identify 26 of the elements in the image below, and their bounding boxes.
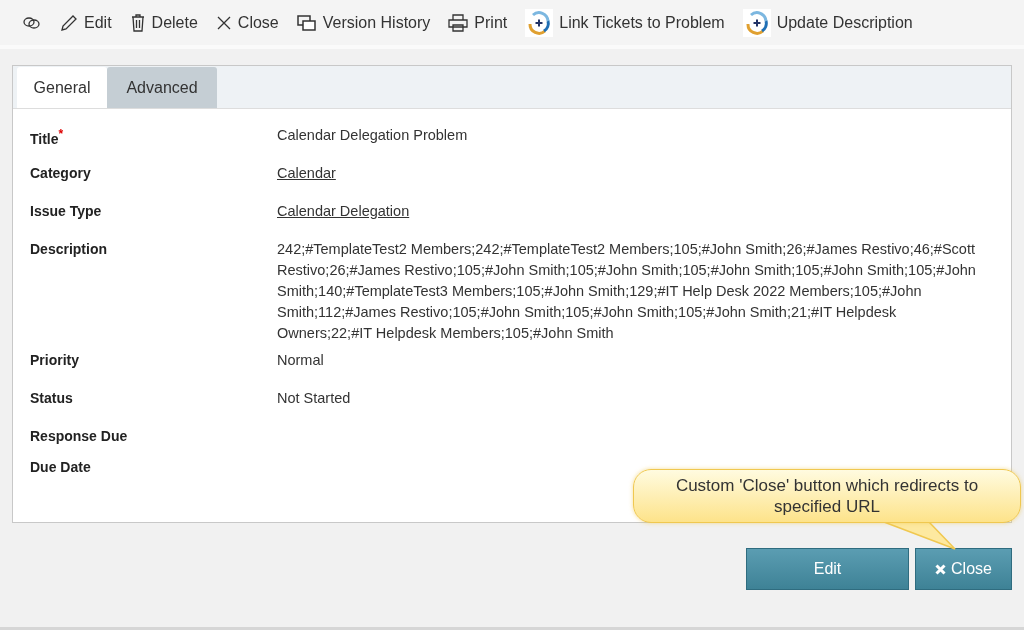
toolbar-button[interactable]: Print xyxy=(442,13,514,32)
tab[interactable]: Advanced xyxy=(107,67,217,108)
toolbar-button[interactable]: Close xyxy=(209,13,285,32)
toolbar-button[interactable]: Edit xyxy=(54,13,118,32)
field-value: 242;#TemplateTest2 Members;242;#TemplateTest2 Members;105;#John Smith;26;#James Restivo;46;#Scott Restivo;26;#James Restivo;105;#John Smith;105;#John Smith;105;#John Smith;105;#John Smith;105;#John Smith;140;#TemplateTest3 Members;105;#John Smith;129;#IT Help Desk 2022 Members;105;#John Smith;112;#James Restivo;105;#John Smith;105;#John Smith;105;#John Smith;21;#IT Helpdesk Owners;22;#IT Helpdesk Members;105;#John Smith xyxy=(277,240,977,343)
toolbar-button[interactable]: Link Tickets to Problem xyxy=(519,8,731,37)
field-link[interactable]: Calendar Delegation xyxy=(277,201,995,233)
toolbar-button[interactable]: Update Description xyxy=(736,8,919,37)
field-value: Normal xyxy=(277,351,325,370)
action-button[interactable]: Edit xyxy=(746,548,909,590)
field-value: Not Started xyxy=(277,389,352,408)
field-label: Priority xyxy=(30,351,80,370)
callout-text: Custom 'Close' button which redirects to specified URL xyxy=(675,476,979,516)
field-label: Due Date xyxy=(30,458,92,477)
field-value: Calendar Delegation Problem xyxy=(277,126,469,145)
toolbar-button[interactable]: Delete xyxy=(123,13,204,32)
field-label: Description xyxy=(30,240,108,259)
tab[interactable]: General xyxy=(17,67,107,108)
field-label: Title$^{*}$ xyxy=(30,126,65,149)
toolbar-button[interactable]: Version History xyxy=(290,13,437,32)
field-label: Response Due xyxy=(30,427,129,446)
action-button[interactable]: Close xyxy=(915,548,1012,590)
field-label: Category xyxy=(30,164,92,183)
field-label: Issue Type xyxy=(30,202,103,221)
field-link[interactable]: Calendar xyxy=(277,163,995,195)
field-label: Status xyxy=(30,389,74,408)
